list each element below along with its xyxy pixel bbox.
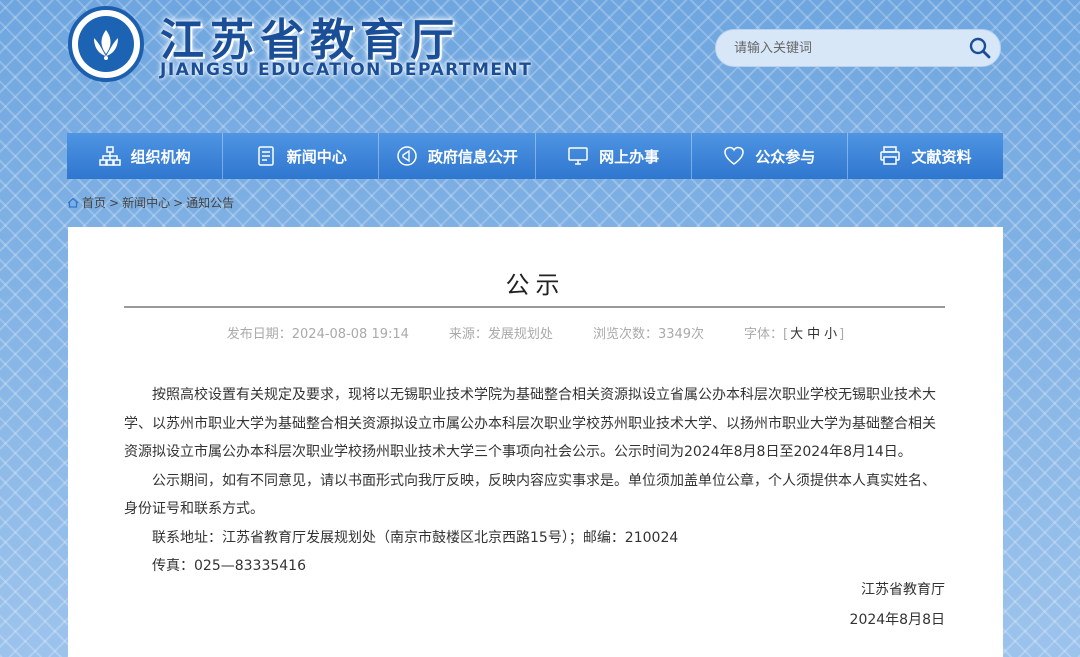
nav-item-label: 组织机构 [130,147,191,166]
breadcrumb-separator: > [173,195,184,210]
heart-icon [724,146,745,165]
site-title: 江苏省教育厅 [160,15,460,66]
search-box [715,29,1001,67]
font-medium-button[interactable]: 中 [807,327,820,342]
printer-icon [880,146,901,165]
article-body: 按照高校设置有关规定及要求，现将以无锡职业技术学院为基础整合相关资源拟设立省属公… [124,381,945,581]
nav-item-gov-info[interactable]: 政府信息公开 [379,133,536,179]
article-title: 公示 [505,271,566,299]
publish-date: 发布日期：2024-08-08 19:14 [226,327,409,342]
breadcrumb-separator: > [109,195,120,210]
font-size-control: 字体：[大中小] [744,323,844,342]
org-chart-icon [98,146,121,166]
site-subtitle: JIANGSU EDUCATION DEPARTMENT [160,60,533,80]
document-icon [258,146,274,166]
article-paragraph: 公示期间，如有不同意见，请以书面形式向我厅反映，反映内容应实事求是。单位须加盖单… [124,472,936,518]
search-input[interactable] [716,30,960,66]
view-count: 浏览次数：3349次 [592,327,705,342]
article-source: 来源：发展规划处 [448,327,553,342]
signature-org: 江苏省教育厅 [861,582,945,598]
article-paragraph: 按照高校设置有关规定及要求，现将以无锡职业技术学院为基础整合相关资源拟设立省属公… [124,387,936,460]
contact-address: 联系地址：江苏省教育厅发展规划处（南京市鼓楼区北京西路15号）；邮编：21002… [152,529,679,546]
search-button[interactable] [960,30,1000,66]
nav-item-participation[interactable]: 公众参与 [692,133,848,179]
search-icon [969,37,991,59]
site-logo[interactable] [68,6,144,82]
contact-fax: 传真：025—83335416 [152,558,306,574]
breadcrumb-home[interactable]: 首页 [82,194,106,211]
nav-item-news[interactable]: 新闻中心 [223,133,380,179]
breadcrumb-news[interactable]: 新闻中心 [122,194,170,211]
font-size-bracket: ] [839,327,845,342]
logo-emblem-icon [78,16,134,72]
nav-item-label: 新闻中心 [286,147,347,166]
title-divider [124,306,945,308]
monitor-icon [568,147,588,165]
signature-date: 2024年8月8日 [849,612,945,628]
megaphone-icon [397,146,417,166]
nav-item-label: 政府信息公开 [427,147,518,166]
nav-item-documents[interactable]: 文献资料 [848,133,1003,179]
nav-item-online-service[interactable]: 网上办事 [536,133,692,179]
article-meta: 发布日期：2024-08-08 19:14 来源：发展规划处 浏览次数：3349… [68,323,1003,342]
main-nav: 组织机构 新闻中心 政府信息公开 网上办事 公众参与 文献资料 [67,133,1003,179]
article-panel: 公示 发布日期：2024-08-08 19:14 来源：发展规划处 浏览次数：3… [68,227,1003,657]
nav-item-label: 网上办事 [599,147,660,166]
font-small-button[interactable]: 小 [824,327,837,342]
nav-item-label: 公众参与 [755,147,816,166]
font-size-label: 字体：[ [744,327,789,342]
nav-item-organization[interactable]: 组织机构 [67,133,224,179]
home-icon [67,197,79,208]
breadcrumb-current[interactable]: 通知公告 [186,194,234,211]
nav-item-label: 文献资料 [911,147,972,166]
breadcrumb: 首页 > 新闻中心 > 通知公告 [67,194,234,211]
font-large-button[interactable]: 大 [790,327,803,342]
